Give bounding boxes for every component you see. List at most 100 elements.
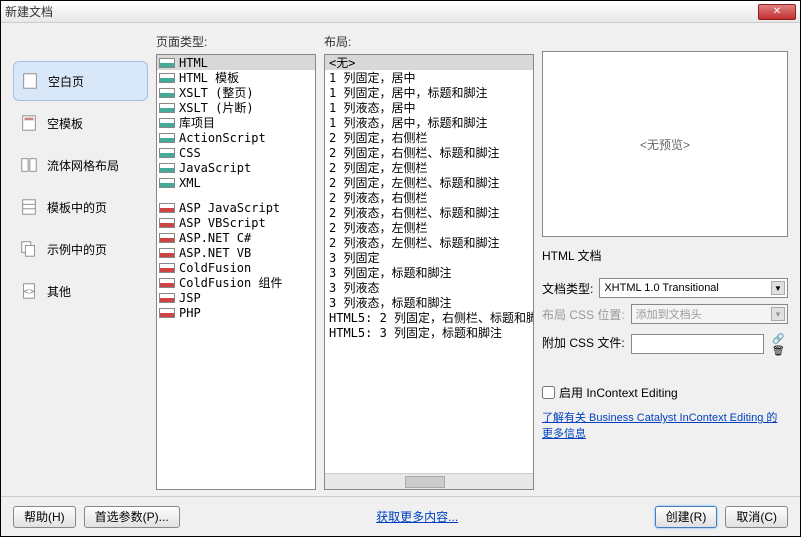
file-icon [159, 118, 175, 128]
doctype-select[interactable]: XHTML 1.0 Transitional ▼ [599, 278, 788, 298]
cancel-button[interactable]: 取消(C) [725, 506, 788, 528]
getmore-link[interactable]: 获取更多内容... [376, 508, 458, 525]
layout-item[interactable]: 2 列固定，左侧栏 [325, 160, 533, 175]
incontext-label: 启用 InContext Editing [559, 384, 678, 401]
create-button[interactable]: 创建(R) [655, 506, 718, 528]
link-icon[interactable]: 🔗 [772, 334, 786, 344]
page-type-label: CSS [179, 146, 201, 160]
close-button[interactable]: ✕ [758, 4, 796, 20]
file-icon [159, 308, 175, 318]
layout-item[interactable]: 1 列液态，居中 [325, 100, 533, 115]
file-icon [159, 163, 175, 173]
page-type-item[interactable]: ColdFusion 组件 [157, 275, 315, 290]
page-type-item[interactable]: 库项目 [157, 115, 315, 130]
layout-item[interactable]: 2 列固定，右侧栏、标题和脚注 [325, 145, 533, 160]
category-item[interactable]: 示例中的页 [13, 229, 148, 269]
page-types-column: 页面类型: HTMLHTML 模板XSLT (整页)XSLT (片断)库项目Ac… [156, 33, 316, 490]
layout-item[interactable]: 2 列固定，左侧栏、标题和脚注 [325, 175, 533, 190]
layouts-column: 布局: <无>1 列固定，居中1 列固定，居中，标题和脚注1 列液态，居中1 列… [324, 33, 534, 490]
page-type-label: ActionScript [179, 131, 266, 145]
layout-item[interactable]: 2 列液态，右侧栏、标题和脚注 [325, 205, 533, 220]
page-types-listbox[interactable]: HTMLHTML 模板XSLT (整页)XSLT (片断)库项目ActionSc… [156, 54, 316, 490]
attach-css-label: 附加 CSS 文件: [542, 334, 625, 351]
page-type-item[interactable]: ASP VBScript [157, 215, 315, 230]
page-types-header: 页面类型: [156, 33, 316, 50]
category-label: 模板中的页 [47, 199, 107, 216]
layout-item[interactable]: 3 列液态，标题和脚注 [325, 295, 533, 310]
layout-item[interactable]: 1 列固定，居中 [325, 70, 533, 85]
page-type-label: ASP.NET C# [179, 231, 251, 245]
prefs-button[interactable]: 首选参数(P)... [84, 506, 180, 528]
page-type-item[interactable]: ActionScript [157, 130, 315, 145]
page-type-item[interactable]: JSP [157, 290, 315, 305]
layout-item[interactable]: <无> [325, 55, 533, 70]
page-type-item[interactable]: ColdFusion [157, 260, 315, 275]
remove-icon[interactable]: 🗑 [772, 346, 786, 356]
learnmore-link[interactable]: 了解有关 Business Catalyst InContext Editing… [542, 412, 777, 440]
attach-css-input[interactable] [631, 334, 764, 354]
layouts-listbox[interactable]: <无>1 列固定，居中1 列固定，居中，标题和脚注1 列液态，居中1 列液态，居… [324, 54, 534, 490]
svg-text:<>: <> [24, 287, 35, 297]
page-type-item[interactable]: JavaScript [157, 160, 315, 175]
layout-item[interactable]: 2 列液态，左侧栏、标题和脚注 [325, 235, 533, 250]
category-item[interactable]: 空白页 [13, 61, 148, 101]
layouts-scrollbar[interactable] [325, 473, 533, 489]
category-item[interactable]: 空模板 [13, 103, 148, 143]
category-label: 空白页 [48, 73, 84, 90]
page-type-item[interactable]: CSS [157, 145, 315, 160]
layout-item[interactable]: 3 列液态 [325, 280, 533, 295]
layout-item[interactable]: 3 列固定 [325, 250, 533, 265]
category-icon [19, 197, 39, 217]
page-type-label: XML [179, 176, 201, 190]
page-type-item[interactable]: HTML 模板 [157, 70, 315, 85]
file-icon [159, 218, 175, 228]
page-type-label: ASP JavaScript [179, 201, 280, 215]
category-icon [20, 71, 40, 91]
layout-item[interactable]: 1 列固定，居中，标题和脚注 [325, 85, 533, 100]
csspos-row: 布局 CSS 位置: 添加到文档头 ▼ [542, 304, 788, 324]
doctype-label: 文档类型: [542, 280, 593, 297]
file-icon [159, 133, 175, 143]
content-area: 空白页空模板流体网格布局模板中的页示例中的页<>其他 页面类型: HTMLHTM… [1, 23, 800, 496]
page-type-item[interactable]: PHP [157, 305, 315, 320]
category-item[interactable]: 流体网格布局 [13, 145, 148, 185]
layout-item[interactable]: 2 列固定，右侧栏 [325, 130, 533, 145]
page-type-item[interactable]: ASP.NET C# [157, 230, 315, 245]
category-item[interactable]: <>其他 [13, 271, 148, 311]
page-type-item[interactable]: XSLT (整页) [157, 85, 315, 100]
layout-item[interactable]: HTML5: 3 列固定，标题和脚注 [325, 325, 533, 340]
category-icon [19, 155, 39, 175]
file-icon [159, 148, 175, 158]
dialog-title: 新建文档 [5, 3, 758, 20]
doctype-value: XHTML 1.0 Transitional [604, 282, 719, 294]
page-type-item[interactable]: ASP.NET VB [157, 245, 315, 260]
category-item[interactable]: 模板中的页 [13, 187, 148, 227]
layout-item[interactable]: 3 列固定，标题和脚注 [325, 265, 533, 280]
chevron-down-icon: ▼ [771, 281, 785, 295]
category-label: 示例中的页 [47, 241, 107, 258]
footer: 帮助(H) 首选参数(P)... 获取更多内容... 创建(R) 取消(C) [1, 496, 800, 536]
layout-item[interactable]: 1 列液态，居中，标题和脚注 [325, 115, 533, 130]
category-label: 流体网格布局 [47, 157, 119, 174]
csspos-label: 布局 CSS 位置: [542, 306, 625, 323]
file-icon [159, 103, 175, 113]
help-button[interactable]: 帮助(H) [13, 506, 76, 528]
category-icon [19, 113, 39, 133]
file-icon [159, 248, 175, 258]
layout-item[interactable]: HTML5: 2 列固定，右侧栏、标题和脚注 [325, 310, 533, 325]
page-type-label: JavaScript [179, 161, 251, 175]
right-panel: <无预览> HTML 文档 文档类型: XHTML 1.0 Transition… [542, 33, 788, 490]
preview-label: HTML 文档 [542, 247, 788, 264]
layout-item[interactable]: 2 列液态，右侧栏 [325, 190, 533, 205]
file-icon [159, 73, 175, 83]
file-icon [159, 88, 175, 98]
page-type-label: ASP VBScript [179, 216, 266, 230]
page-type-item[interactable]: XML [157, 175, 315, 190]
layout-item[interactable]: 2 列液态，左侧栏 [325, 220, 533, 235]
page-type-item[interactable]: HTML [157, 55, 315, 70]
csspos-select: 添加到文档头 ▼ [631, 304, 788, 324]
page-type-item[interactable]: XSLT (片断) [157, 100, 315, 115]
page-type-item[interactable]: ASP JavaScript [157, 200, 315, 215]
incontext-checkbox[interactable] [542, 386, 555, 399]
file-icon [159, 58, 175, 68]
